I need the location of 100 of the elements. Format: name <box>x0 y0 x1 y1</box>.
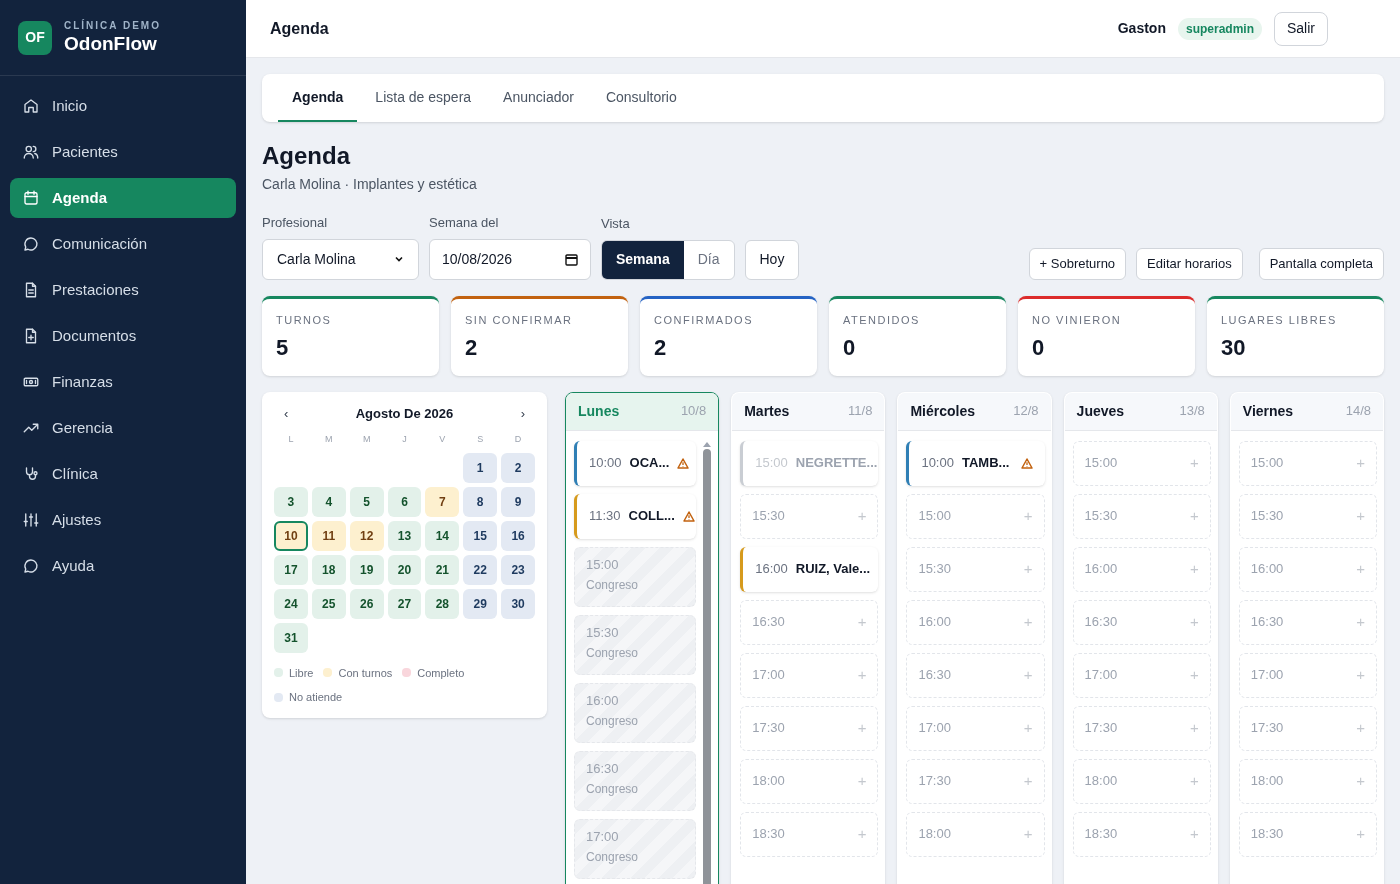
today-button[interactable]: Hoy <box>744 239 800 280</box>
calendar-day[interactable]: 16 <box>501 520 535 551</box>
free-slot[interactable]: 15:30 + <box>906 546 1045 592</box>
stat-value: 0 <box>1032 334 1046 362</box>
calendar-day[interactable]: 30 <box>501 588 535 619</box>
free-slot[interactable]: 18:30 + <box>740 811 879 857</box>
calendar-day[interactable]: 4 <box>311 486 346 517</box>
calendar-day[interactable]: 28 <box>425 588 460 619</box>
action-button[interactable]: + Sobreturno <box>1028 247 1127 280</box>
free-slot[interactable]: 17:00 + <box>1072 652 1211 698</box>
free-slot[interactable]: 17:30 + <box>1238 705 1377 751</box>
free-slot[interactable]: 16:30 + <box>740 599 879 645</box>
action-button[interactable]: Editar horarios <box>1136 247 1243 280</box>
action-button[interactable]: Pantalla completa <box>1258 247 1384 280</box>
free-slot[interactable]: 15:30 + <box>740 493 879 539</box>
calendar-day[interactable]: 13 <box>387 520 422 551</box>
free-slot[interactable]: 18:00 + <box>1238 758 1377 804</box>
appointment-card[interactable]: 11:30 COLL... <box>574 493 697 539</box>
calendar-day[interactable]: 2 <box>501 452 535 483</box>
view-toggle[interactable]: Semana <box>602 240 684 279</box>
legend-label: No atiende <box>289 690 343 705</box>
scrollbar-thumb[interactable] <box>703 448 712 884</box>
calendar-day[interactable]: 7 <box>425 486 460 517</box>
professional-select[interactable]: Carla Molina <box>262 238 419 280</box>
free-slot[interactable]: 16:00 + <box>1072 546 1211 592</box>
sidebar-item[interactable]: Gerencia <box>10 408 236 448</box>
free-slot[interactable]: 18:00 + <box>906 811 1045 857</box>
appointment-card[interactable]: 10:00 OCA... <box>574 440 697 486</box>
free-slot[interactable]: 18:30 + <box>1238 811 1377 857</box>
appointment-card[interactable]: 16:00 RUIZ, Vale... <box>740 546 879 592</box>
free-slot[interactable]: 17:00 + <box>740 652 879 698</box>
calendar-day[interactable]: 6 <box>387 486 422 517</box>
free-slot[interactable]: 16:30 + <box>906 652 1045 698</box>
free-slot[interactable]: 15:00 + <box>1072 440 1211 486</box>
day-name: Miércoles <box>910 401 975 421</box>
weekday-label: J <box>401 433 408 446</box>
calendar-day[interactable]: 15 <box>463 520 498 551</box>
sidebar-item[interactable]: Finanzas <box>10 362 236 402</box>
calendar-day[interactable]: 23 <box>501 554 535 585</box>
appointment-card[interactable]: 10:00 TAMB... <box>906 440 1045 486</box>
calendar-day[interactable]: 22 <box>463 554 498 585</box>
free-slot[interactable]: 17:00 + <box>906 705 1045 751</box>
sidebar-item[interactable]: Comunicación <box>10 224 236 264</box>
sidebar-item[interactable]: Inicio <box>10 86 236 126</box>
tab[interactable]: Anunciador <box>489 74 588 122</box>
free-slot[interactable]: 15:30 + <box>1238 493 1377 539</box>
free-slot[interactable]: 18:30 + <box>1072 811 1211 857</box>
sidebar-item[interactable]: Ayuda <box>10 546 236 586</box>
free-slot[interactable]: 15:30 + <box>1072 493 1211 539</box>
calendar-day[interactable]: 12 <box>349 520 384 551</box>
tab[interactable]: Lista de espera <box>361 74 486 122</box>
free-slot[interactable]: 18:00 + <box>740 758 879 804</box>
free-slot[interactable]: 15:00 + <box>906 493 1045 539</box>
calendar-day[interactable]: 17 <box>274 554 308 585</box>
calendar-day[interactable]: 24 <box>274 588 308 619</box>
logout-button[interactable]: Salir <box>1274 11 1328 46</box>
sidebar-item[interactable]: Documentos <box>10 316 236 356</box>
calendar-day[interactable]: 14 <box>425 520 460 551</box>
calendar-day[interactable]: 21 <box>425 554 460 585</box>
calendar-day[interactable]: 20 <box>387 554 422 585</box>
free-slot[interactable]: 17:00 + <box>1238 652 1377 698</box>
calendar-day[interactable]: 8 <box>463 486 498 517</box>
calendar-day[interactable]: 11 <box>311 520 346 551</box>
free-slot[interactable]: 17:30 + <box>906 758 1045 804</box>
calendar-day[interactable]: 9 <box>501 486 535 517</box>
free-slot[interactable]: 18:00 + <box>1072 758 1211 804</box>
calendar-day[interactable]: 29 <box>463 588 498 619</box>
sidebar-item[interactable]: Ajustes <box>10 500 236 540</box>
free-slot[interactable]: 16:00 + <box>906 599 1045 645</box>
sidebar-item[interactable]: Agenda <box>10 178 236 218</box>
slot-time: 18:30 <box>1084 825 1118 844</box>
day-date: 14/8 <box>1345 402 1371 421</box>
slot-time: 16:30 <box>752 613 785 632</box>
sidebar-item[interactable]: Clínica <box>10 454 236 494</box>
free-slot[interactable]: 16:30 + <box>1238 599 1377 645</box>
previous-month-button[interactable]: ‹ <box>284 403 289 423</box>
week-date-field[interactable]: 10/08/2026 <box>429 238 591 280</box>
calendar-day[interactable]: 31 <box>274 622 308 653</box>
free-slot[interactable]: 16:00 + <box>1238 546 1377 592</box>
next-month-button[interactable]: › <box>520 403 525 423</box>
calendar-day[interactable]: 27 <box>387 588 422 619</box>
calendar-day[interactable]: 5 <box>349 486 384 517</box>
free-slot[interactable]: 17:30 + <box>1072 705 1211 751</box>
calendar-day[interactable]: 26 <box>349 588 384 619</box>
calendar-day[interactable]: 1 <box>463 452 498 483</box>
free-slot[interactable]: 17:30 + <box>740 705 879 751</box>
free-slot[interactable]: 16:30 + <box>1072 599 1211 645</box>
view-toggle[interactable]: Día <box>683 240 734 279</box>
free-slot[interactable]: 15:00 + <box>1238 440 1377 486</box>
calendar-day[interactable]: 25 <box>311 588 346 619</box>
calendar-day[interactable]: 18 <box>311 554 346 585</box>
tab[interactable]: Agenda <box>278 74 358 122</box>
appointment-card[interactable]: 15:00 NEGRETTE... <box>740 440 879 486</box>
slot-time: 18:00 <box>918 825 951 844</box>
sidebar-item[interactable]: Pacientes <box>10 132 236 172</box>
calendar-day[interactable]: 3 <box>274 486 308 517</box>
calendar-day[interactable]: 10 <box>274 520 308 551</box>
calendar-day[interactable]: 19 <box>349 554 384 585</box>
sidebar-item[interactable]: Prestaciones <box>10 270 236 310</box>
tab[interactable]: Consultorio <box>591 74 691 122</box>
